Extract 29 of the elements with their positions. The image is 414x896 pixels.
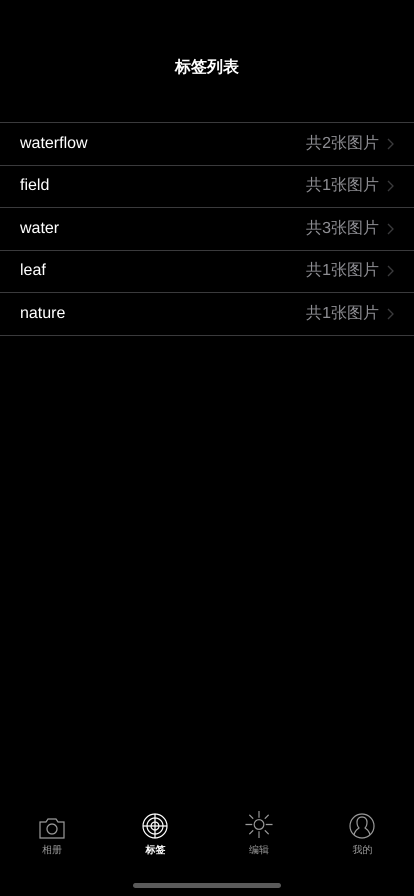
- tag-row[interactable]: leaf 共1张图片: [0, 250, 414, 293]
- photo-count: 共2张图片: [306, 134, 379, 154]
- photo-count: 共3张图片: [306, 218, 379, 239]
- tag-name: leaf: [20, 261, 47, 282]
- tag-row[interactable]: nature 共1张图片: [0, 293, 414, 336]
- chevron-icon: [387, 265, 394, 278]
- chevron-icon: [387, 180, 394, 192]
- tag-name: nature: [20, 304, 66, 324]
- photo-count: 共1张图片: [306, 304, 379, 324]
- sun-icon: [244, 810, 274, 839]
- tab-button[interactable]: 编辑: [207, 810, 310, 858]
- tag-name: field: [20, 176, 50, 196]
- person-icon: [349, 813, 376, 839]
- chevron-icon: [387, 138, 394, 150]
- tab-button[interactable]: 我的: [310, 810, 414, 858]
- photo-count: 共1张图片: [306, 176, 379, 196]
- tag-row[interactable]: water 共3张图片: [0, 208, 414, 250]
- photo-count: 共1张图片: [306, 260, 379, 282]
- chevron-icon: [387, 308, 394, 320]
- tab-button[interactable]: 标签: [104, 810, 207, 858]
- tag-row[interactable]: waterflow 共2张图片: [0, 123, 414, 166]
- chevron-icon: [387, 222, 394, 235]
- camera-icon: [38, 817, 65, 839]
- tag-name: waterflow: [20, 134, 89, 154]
- target-icon: [142, 813, 168, 839]
- page-title: 标签列表: [175, 58, 239, 78]
- tab-button[interactable]: 相册: [0, 810, 104, 858]
- tag-row[interactable]: field 共1张图片: [0, 166, 414, 208]
- tag-name: water: [20, 218, 60, 239]
